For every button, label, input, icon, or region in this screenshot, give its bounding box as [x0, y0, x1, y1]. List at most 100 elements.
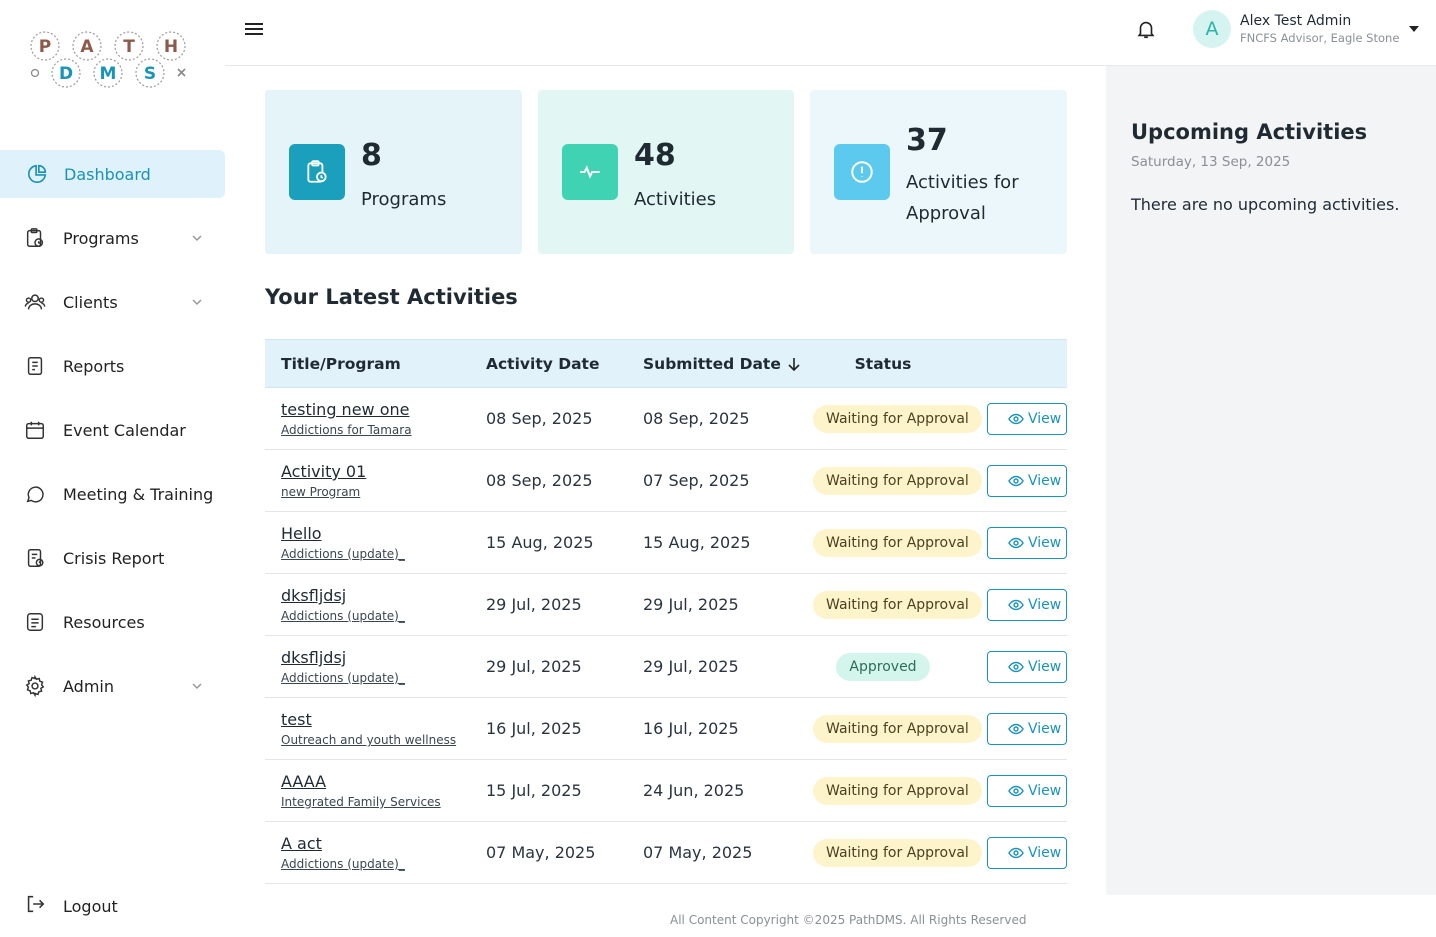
- status-badge: Waiting for Approval: [813, 838, 982, 867]
- sidebar-item-admin[interactable]: Admin: [0, 662, 225, 710]
- submitted-date-cell: 07 Sep, 2025: [643, 449, 813, 512]
- status-cell: Waiting for Approval: [813, 573, 982, 636]
- sort-down-arrow-icon[interactable]: [787, 356, 801, 372]
- program-link[interactable]: Addictions (update)_: [281, 671, 486, 685]
- sidebar-item-label: Meeting & Training: [63, 484, 214, 504]
- logo-letter: A: [80, 37, 94, 57]
- program-link[interactable]: Integrated Family Services: [281, 795, 486, 809]
- status-badge: Waiting for Approval: [813, 590, 982, 619]
- title-cell: A act Addictions (update)_: [265, 821, 486, 884]
- activity-title-link[interactable]: AAAA: [281, 772, 486, 791]
- status-badge: Approved: [836, 652, 930, 681]
- activity-title-link[interactable]: dksfljdsj: [281, 648, 486, 667]
- activity-date-cell: 15 Jul, 2025: [486, 759, 643, 822]
- status-badge: Waiting for Approval: [813, 404, 982, 433]
- title-cell: AAAA Integrated Family Services: [265, 759, 486, 822]
- activity-title-link[interactable]: dksfljdsj: [281, 586, 486, 605]
- view-button-label: View: [1028, 782, 1062, 799]
- view-button[interactable]: View: [987, 526, 1067, 559]
- status-badge: Waiting for Approval: [813, 528, 982, 557]
- table-row: AAAA Integrated Family Services 15 Jul, 20…: [265, 759, 1067, 822]
- program-link[interactable]: Addictions (update)_: [281, 547, 486, 561]
- title-cell: testing new one Addictions for Tamara: [265, 387, 486, 450]
- sidebar-item-resources[interactable]: Resources: [0, 598, 225, 646]
- stat-card-activities[interactable]: 48 Activities: [538, 90, 794, 254]
- pathdms-logo[interactable]: P A T H D M S: [26, 28, 196, 92]
- crisis-document-icon: [24, 547, 46, 569]
- sidebar-item-crisis-report[interactable]: Crisis Report: [0, 534, 225, 582]
- activity-pulse-icon: [562, 144, 618, 200]
- eye-icon: [1008, 785, 1024, 796]
- status-badge: Waiting for Approval: [813, 714, 982, 743]
- logo-letter: T: [123, 37, 135, 57]
- sidebar-nav: Dashboard Programs Clients Reports Event…: [0, 150, 225, 726]
- column-header-submitted-date[interactable]: Submitted Date: [643, 339, 813, 388]
- program-link[interactable]: Addictions (update)_: [281, 857, 486, 871]
- activity-title-link[interactable]: Hello: [281, 524, 486, 543]
- stat-card-activities-approval[interactable]: 37 Activities for Approval: [810, 90, 1067, 254]
- status-cell: Waiting for Approval: [813, 821, 982, 884]
- activity-title-link[interactable]: Activity 01: [281, 462, 486, 481]
- stat-card-programs[interactable]: 8 Programs: [265, 90, 522, 254]
- sidebar-item-event-calendar[interactable]: Event Calendar: [0, 406, 225, 454]
- submitted-date-cell: 07 May, 2025: [643, 821, 813, 884]
- table-row: dksfljdsj Addictions (update)_ 29 Jul, 202…: [265, 573, 1067, 636]
- view-button[interactable]: View: [987, 836, 1067, 869]
- eye-icon: [1008, 847, 1024, 858]
- menu-toggle-icon[interactable]: [244, 20, 264, 38]
- chevron-down-icon[interactable]: [191, 232, 203, 244]
- table-header-row: Title/Program Activity Date Submitted Da…: [265, 339, 1067, 388]
- chat-bubble-icon: [24, 483, 46, 505]
- logo-letter: M: [100, 64, 117, 84]
- view-button-label: View: [1028, 720, 1062, 737]
- title-cell: Activity 01 new Program: [265, 449, 486, 512]
- chevron-down-icon[interactable]: [191, 680, 203, 692]
- view-button-label: View: [1028, 596, 1062, 613]
- status-cell: Waiting for Approval: [813, 759, 982, 822]
- sidebar-item-programs[interactable]: Programs: [0, 214, 225, 262]
- activity-title-link[interactable]: testing new one: [281, 400, 486, 419]
- status-badge: Waiting for Approval: [813, 466, 982, 495]
- column-header-activity-date[interactable]: Activity Date: [486, 339, 643, 388]
- view-button[interactable]: View: [987, 650, 1067, 683]
- view-button[interactable]: View: [987, 464, 1067, 497]
- sidebar-item-reports[interactable]: Reports: [0, 342, 225, 390]
- footer-copyright: All Content Copyright ©2025 PathDMS. All…: [670, 913, 1027, 927]
- logout-button[interactable]: Logout: [24, 884, 118, 928]
- sidebar-item-label: Dashboard: [64, 164, 151, 184]
- program-link[interactable]: new Program: [281, 485, 486, 499]
- sidebar-item-dashboard[interactable]: Dashboard: [0, 150, 225, 198]
- activity-title-link[interactable]: A act: [281, 834, 486, 853]
- column-header-status[interactable]: Status: [813, 339, 953, 388]
- stat-label: Activities for Approval: [906, 172, 1019, 224]
- view-button[interactable]: View: [987, 712, 1067, 745]
- sidebar-item-label: Resources: [63, 612, 145, 632]
- logout-label: Logout: [63, 896, 118, 916]
- view-button-label: View: [1028, 844, 1062, 861]
- chevron-down-icon[interactable]: [191, 296, 203, 308]
- user-role: FNCFS Advisor, Eagle Stone: [1240, 31, 1400, 45]
- status-cell: Approved: [813, 635, 953, 698]
- stat-value: 37: [906, 123, 948, 158]
- user-name[interactable]: Alex Test Admin: [1240, 13, 1351, 29]
- status-cell: Waiting for Approval: [813, 697, 982, 760]
- table-row: Hello Addictions (update)_ 15 Aug, 2025 15 …: [265, 511, 1067, 574]
- avatar[interactable]: A: [1193, 10, 1231, 48]
- caret-down-icon[interactable]: [1408, 25, 1420, 33]
- sidebar-item-meeting-training[interactable]: Meeting & Training: [0, 470, 225, 518]
- program-link[interactable]: Addictions for Tamara: [281, 423, 486, 437]
- view-button[interactable]: View: [987, 588, 1067, 621]
- program-link[interactable]: Outreach and youth wellness: [281, 733, 486, 747]
- activities-table: Title/Program Activity Date Submitted Da…: [265, 339, 1067, 885]
- view-button[interactable]: View: [987, 402, 1067, 435]
- activity-date-cell: 15 Aug, 2025: [486, 511, 643, 574]
- notification-bell-icon[interactable]: [1135, 18, 1157, 40]
- activity-title-link[interactable]: test: [281, 710, 486, 729]
- program-link[interactable]: Addictions (update)_: [281, 609, 486, 623]
- table-row: Activity 01 new Program 08 Sep, 2025 07 Sep…: [265, 449, 1067, 512]
- view-button[interactable]: View: [987, 774, 1067, 807]
- column-header-title[interactable]: Title/Program: [265, 339, 486, 388]
- status-cell: Waiting for Approval: [813, 449, 982, 512]
- sidebar-item-clients[interactable]: Clients: [0, 278, 225, 326]
- submitted-date-cell: 16 Jul, 2025: [643, 697, 813, 760]
